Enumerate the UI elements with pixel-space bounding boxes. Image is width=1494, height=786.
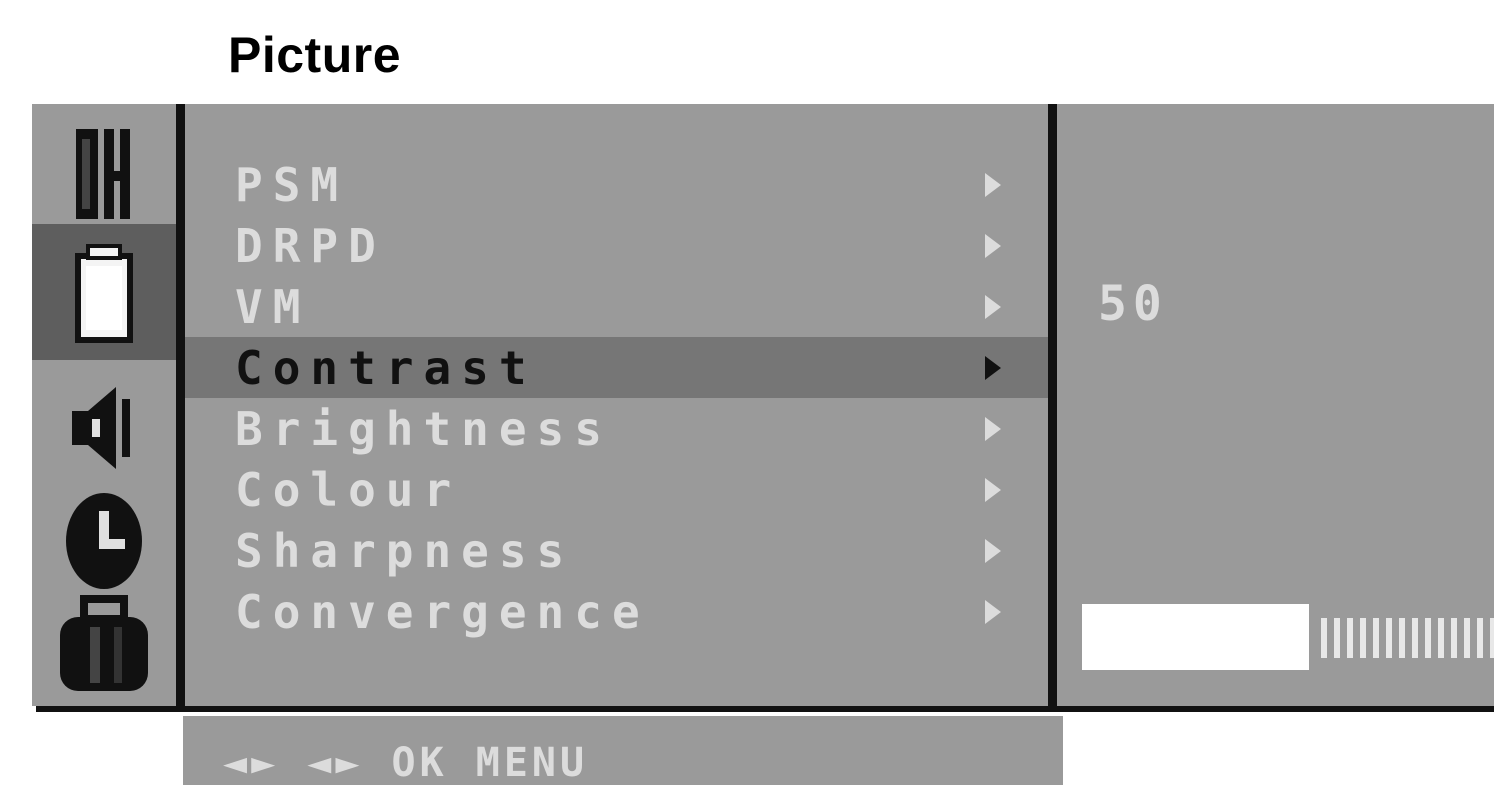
menu-item-contrast[interactable]: Contrast (185, 337, 1048, 398)
special-icon[interactable] (32, 582, 176, 702)
contrast-level-bar[interactable] (1082, 604, 1494, 670)
menu-item-sharpness[interactable]: Sharpness (185, 520, 1048, 581)
level-bar-fill (1082, 604, 1309, 670)
picture-menu-list: PSM DRPD VM Contrast Brightness Colour S… (185, 154, 1048, 642)
help-text: ◄► ◄► OK MENU (223, 740, 589, 786)
submenu-arrow-icon (985, 233, 1001, 258)
submenu-arrow-icon (985, 294, 1001, 319)
menu-item-psm[interactable]: PSM (185, 154, 1048, 215)
contrast-value: 50 (1098, 276, 1168, 332)
category-sidebar (32, 104, 176, 706)
osd-menu-panel: PSM DRPD VM Contrast Brightness Colour S… (32, 104, 1494, 706)
submenu-arrow-icon (985, 172, 1001, 197)
menu-item-convergence[interactable]: Convergence (185, 581, 1048, 642)
menu-item-label: Contrast (235, 340, 537, 395)
time-icon[interactable] (32, 478, 176, 598)
level-bar-remaining (1321, 618, 1494, 658)
menu-item-label: DRPD (235, 218, 386, 273)
menu-item-brightness[interactable]: Brightness (185, 398, 1048, 459)
submenu-arrow-icon (985, 416, 1001, 441)
sound-icon[interactable] (32, 366, 176, 486)
submenu-arrow-icon (985, 599, 1001, 624)
submenu-arrow-icon (985, 355, 1001, 380)
menu-item-drpd[interactable]: DRPD (185, 215, 1048, 276)
sidebar-divider (176, 104, 185, 706)
submenu-arrow-icon (985, 538, 1001, 563)
menu-item-vm[interactable]: VM (185, 276, 1048, 337)
menu-item-label: VM (235, 279, 311, 334)
menu-item-label: Sharpness (235, 523, 575, 578)
picture-icon[interactable] (32, 224, 176, 360)
detail-divider (1048, 104, 1057, 706)
submenu-arrow-icon (985, 477, 1001, 502)
menu-item-label: Brightness (235, 401, 612, 456)
menu-item-colour[interactable]: Colour (185, 459, 1048, 520)
channel-icon[interactable] (32, 104, 176, 224)
help-bar: ◄► ◄► OK MENU (183, 716, 1063, 786)
menu-item-label: Convergence (235, 584, 650, 639)
menu-item-label: PSM (235, 157, 349, 212)
osd-bottom-border (36, 706, 1494, 712)
page-title: Picture (228, 27, 402, 83)
menu-item-label: Colour (235, 462, 462, 517)
